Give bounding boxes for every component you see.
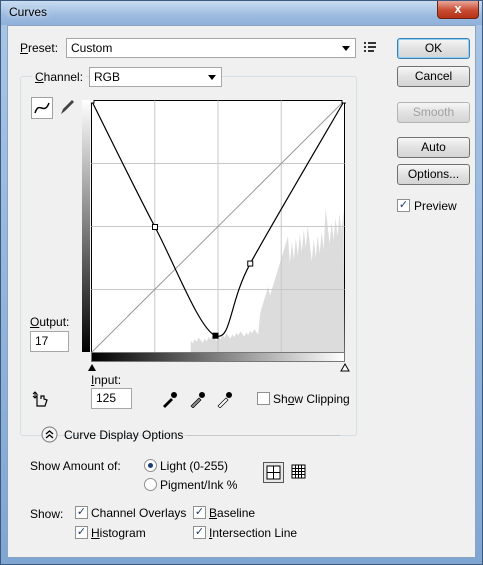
auto-button[interactable]: Auto bbox=[397, 137, 470, 158]
channel-overlays-label: Channel Overlays bbox=[91, 506, 187, 520]
pigment-radio[interactable] bbox=[144, 478, 157, 491]
show-clipping-checkbox[interactable] bbox=[257, 392, 270, 405]
preview-checkbox[interactable]: ✓ bbox=[397, 199, 410, 212]
curve-tool-icon bbox=[34, 102, 50, 114]
targeted-adjustment-hand-icon[interactable] bbox=[32, 390, 52, 410]
preview-label: Preview bbox=[414, 199, 457, 213]
show-amount-label: Show Amount of: bbox=[30, 459, 121, 473]
channel-dropdown[interactable]: RGB bbox=[89, 67, 222, 87]
histogram-label: Histogram bbox=[91, 526, 146, 540]
simple-grid-icon bbox=[266, 465, 281, 480]
curve-control-point[interactable] bbox=[341, 100, 346, 104]
input-field[interactable]: 125 bbox=[91, 388, 132, 409]
ok-button[interactable]: OK bbox=[397, 38, 470, 59]
black-point-slider[interactable] bbox=[88, 364, 96, 371]
preset-label: Preset: bbox=[20, 41, 59, 55]
input-label: Input: bbox=[91, 373, 122, 387]
simple-grid-button[interactable] bbox=[263, 462, 284, 483]
window-title: Curves bbox=[9, 5, 48, 19]
input-slider[interactable] bbox=[88, 363, 350, 373]
preset-value: Custom bbox=[71, 41, 113, 55]
section-divider bbox=[186, 435, 340, 436]
output-field[interactable]: 17 bbox=[30, 331, 69, 352]
light-radio[interactable] bbox=[144, 459, 157, 472]
intersection-line-checkbox[interactable]: ✓ bbox=[193, 526, 206, 539]
show-label: Show: bbox=[30, 507, 64, 521]
channel-label: Channel: bbox=[32, 70, 87, 84]
curve-control-point[interactable] bbox=[212, 332, 219, 339]
baseline-label: Baseline bbox=[209, 506, 256, 520]
black-point-eyedropper-icon[interactable] bbox=[160, 390, 178, 408]
light-radio-label: Light (0-255) bbox=[160, 459, 229, 473]
chevron-down-icon bbox=[208, 75, 216, 80]
collapse-options-icon[interactable] bbox=[41, 426, 58, 443]
white-point-slider[interactable] bbox=[340, 363, 350, 372]
cancel-button[interactable]: Cancel bbox=[397, 66, 470, 87]
close-button[interactable]: x bbox=[437, 1, 479, 19]
curve-point-tool[interactable] bbox=[31, 97, 53, 119]
gray-point-eyedropper-icon[interactable] bbox=[188, 390, 206, 408]
curve-control-point[interactable] bbox=[247, 260, 254, 267]
curve-graph[interactable] bbox=[91, 100, 346, 354]
preset-dropdown[interactable]: Custom bbox=[66, 38, 356, 58]
input-gradient-bar bbox=[91, 352, 345, 362]
smooth-button[interactable]: Smooth bbox=[397, 102, 470, 123]
channel-overlays-checkbox[interactable]: ✓ bbox=[75, 506, 88, 519]
chevron-down-icon bbox=[342, 46, 350, 51]
intersection-line-label: Intersection Line bbox=[209, 526, 298, 540]
curve-control-point[interactable] bbox=[91, 100, 95, 104]
title-bar[interactable]: Curves x bbox=[1, 1, 482, 25]
baseline-checkbox[interactable]: ✓ bbox=[193, 506, 206, 519]
curve-control-point[interactable] bbox=[151, 223, 158, 230]
curve-display-options-label: Curve Display Options bbox=[64, 428, 184, 442]
output-label: Output: bbox=[30, 315, 70, 329]
show-clipping-label: Show Clipping bbox=[273, 392, 350, 406]
histogram-checkbox[interactable]: ✓ bbox=[75, 526, 88, 539]
detailed-grid-button[interactable] bbox=[289, 462, 310, 483]
output-gradient-bar bbox=[82, 100, 90, 352]
curves-dialog: Curves x Preset: Custom OK Cancel Smooth… bbox=[0, 0, 483, 565]
channel-value: RGB bbox=[94, 70, 121, 84]
preset-options-icon[interactable] bbox=[364, 41, 378, 53]
detailed-grid-icon bbox=[291, 464, 306, 479]
dialog-body: Preset: Custom OK Cancel Smooth Auto Opt… bbox=[7, 25, 476, 558]
options-button[interactable]: Options... bbox=[397, 164, 470, 185]
pencil-icon[interactable] bbox=[58, 98, 76, 116]
white-point-eyedropper-icon[interactable] bbox=[215, 390, 233, 408]
pigment-radio-label: Pigment/Ink % bbox=[160, 478, 238, 492]
